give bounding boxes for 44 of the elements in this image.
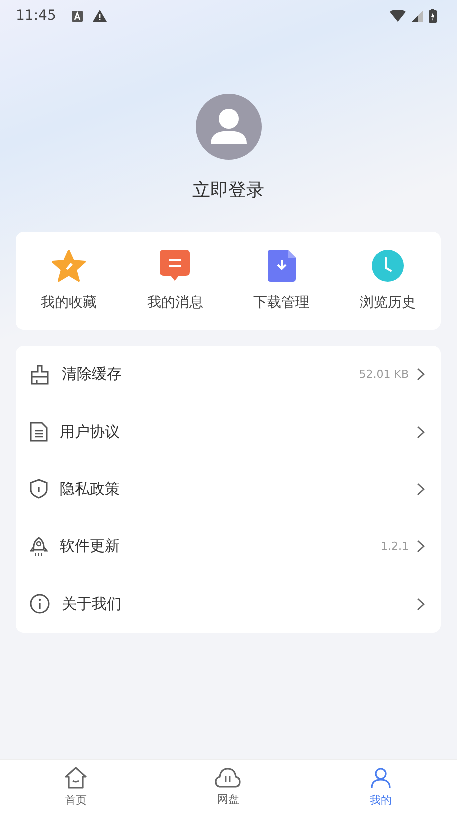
settings-row[interactable]: 用户协议 bbox=[16, 403, 441, 461]
battery-icon bbox=[429, 9, 437, 23]
shortcut-item[interactable]: 我的消息 bbox=[122, 250, 228, 312]
settings-row[interactable]: 隐私政策 bbox=[16, 460, 441, 518]
login-link[interactable]: 立即登录 bbox=[192, 178, 264, 202]
chevron-right-icon bbox=[417, 368, 425, 382]
info-icon bbox=[30, 594, 50, 614]
chevron-right-icon bbox=[417, 482, 425, 496]
chevron-right-icon bbox=[417, 426, 425, 439]
tab-item[interactable]: 网盘 bbox=[152, 760, 305, 814]
star-icon bbox=[52, 250, 86, 282]
cloud-icon bbox=[215, 768, 242, 788]
signal-icon bbox=[412, 10, 423, 22]
settings-value: 1.2.1 bbox=[381, 540, 409, 554]
tab-item[interactable]: 我的 bbox=[304, 760, 457, 814]
settings-row[interactable]: 关于我们 bbox=[16, 576, 441, 633]
wifi-icon bbox=[390, 10, 406, 22]
message-icon bbox=[160, 250, 190, 282]
settings-row[interactable]: 软件更新 1.2.1 bbox=[16, 518, 441, 576]
chevron-right-icon bbox=[417, 540, 425, 554]
house-icon bbox=[64, 766, 88, 788]
avatar-icon[interactable] bbox=[196, 94, 262, 160]
shortcut-item[interactable]: 我的收藏 bbox=[16, 250, 122, 312]
settings-label: 软件更新 bbox=[60, 537, 120, 556]
clock-icon bbox=[372, 250, 404, 282]
warning-icon bbox=[93, 10, 108, 22]
download-file-icon bbox=[268, 250, 296, 282]
person-icon bbox=[370, 766, 392, 788]
broom-icon bbox=[30, 364, 50, 385]
settings-label: 隐私政策 bbox=[60, 480, 120, 499]
settings-label: 关于我们 bbox=[62, 594, 122, 614]
shield-icon bbox=[30, 479, 48, 500]
rocket-icon bbox=[30, 536, 48, 557]
document-icon bbox=[30, 422, 48, 442]
settings-row[interactable]: 清除缓存 52.01 KB bbox=[16, 346, 441, 404]
shortcut-item[interactable]: 浏览历史 bbox=[334, 250, 441, 312]
shortcut-item[interactable]: 下载管理 bbox=[228, 250, 335, 312]
settings-value: 52.01 KB bbox=[359, 368, 409, 382]
tab-item[interactable]: 首页 bbox=[0, 760, 152, 814]
status-time: 11:45 bbox=[16, 8, 56, 24]
notification-icon bbox=[72, 10, 84, 22]
settings-label: 用户协议 bbox=[60, 422, 120, 442]
settings-label: 清除缓存 bbox=[62, 365, 122, 384]
chevron-right-icon bbox=[417, 598, 425, 611]
